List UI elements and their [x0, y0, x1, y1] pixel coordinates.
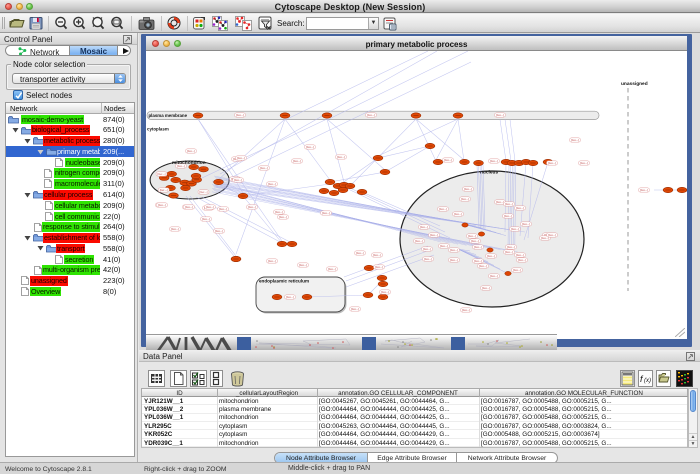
svg-text:[Go:--]: [Go:--]: [206, 205, 214, 209]
svg-text:[Go:--]: [Go:--]: [219, 207, 227, 211]
svg-text:[Go:--]: [Go:--]: [640, 188, 648, 192]
svg-text:[Go:--]: [Go:--]: [450, 248, 458, 252]
svg-text:[Go:--]: [Go:--]: [444, 158, 452, 162]
svg-text:[Go:--]: [Go:--]: [299, 263, 307, 267]
svg-text:nucleus: nucleus: [480, 170, 498, 176]
svg-text:[Go:--]: [Go:--]: [474, 245, 482, 249]
svg-text:[Go:--]: [Go:--]: [490, 159, 498, 163]
svg-text:[Go:--]: [Go:--]: [511, 227, 519, 231]
svg-text:[Go:--]: [Go:--]: [487, 254, 495, 258]
svg-text:[Go:--]: [Go:--]: [160, 188, 168, 192]
svg-text:[Go:--]: [Go:--]: [504, 214, 512, 218]
svg-text:[Go:--]: [Go:--]: [513, 268, 521, 272]
svg-text:[Go:--]: [Go:--]: [375, 265, 383, 269]
svg-text:[Go:--]: [Go:--]: [516, 253, 524, 257]
svg-text:[Go:--]: [Go:--]: [275, 210, 283, 214]
svg-text:[Go:--]: [Go:--]: [286, 295, 294, 299]
svg-text:mitochondrion: mitochondrion: [172, 160, 206, 166]
svg-text:[Go:--]: [Go:--]: [381, 290, 389, 294]
svg-text:[Go:--]: [Go:--]: [234, 178, 242, 182]
svg-text:[Go:--]: [Go:--]: [328, 267, 336, 271]
svg-text:[Go:--]: [Go:--]: [516, 206, 524, 210]
svg-text:[Go:--]: [Go:--]: [482, 286, 490, 290]
svg-text:[Go:--]: [Go:--]: [187, 149, 195, 153]
svg-text:[Go:--]: [Go:--]: [158, 172, 166, 176]
svg-text:endoplasmic reticulum: endoplasmic reticulum: [259, 279, 309, 284]
svg-text:[Go:--]: [Go:--]: [202, 217, 210, 221]
svg-text:[Go:--]: [Go:--]: [505, 250, 513, 254]
svg-text:[Go:--]: [Go:--]: [185, 205, 193, 209]
svg-text:[Go:--]: [Go:--]: [518, 258, 526, 262]
svg-text:unassigned: unassigned: [621, 81, 648, 87]
svg-text:[Go:--]: [Go:--]: [423, 247, 431, 251]
svg-text:[Go:--]: [Go:--]: [248, 205, 256, 209]
svg-text:[Go:--]: [Go:--]: [548, 161, 556, 165]
svg-text:[Go:--]: [Go:--]: [356, 251, 364, 255]
svg-text:[Go:--]: [Go:--]: [496, 113, 504, 117]
svg-text:[Go:--]: [Go:--]: [468, 234, 476, 238]
svg-text:[Go:--]: [Go:--]: [322, 211, 330, 215]
svg-text:[Go:--]: [Go:--]: [279, 215, 287, 219]
svg-text:[Go:--]: [Go:--]: [337, 155, 345, 159]
svg-text:[Go:--]: [Go:--]: [367, 113, 375, 117]
svg-text:[Go:--]: [Go:--]: [171, 227, 179, 231]
svg-text:[Go:--]: [Go:--]: [430, 233, 438, 237]
svg-text:[Go:--]: [Go:--]: [424, 257, 432, 261]
svg-text:[Go:--]: [Go:--]: [373, 253, 381, 257]
svg-text:cytoplasm: cytoplasm: [147, 127, 169, 132]
svg-text:[Go:--]: [Go:--]: [200, 190, 208, 194]
svg-text:[Go:--]: [Go:--]: [268, 182, 276, 186]
svg-text:(x): (x): [644, 378, 651, 384]
svg-text:[Go:--]: [Go:--]: [415, 239, 423, 243]
svg-text:[Go:--]: [Go:--]: [490, 274, 498, 278]
svg-text:plasma membrane: plasma membrane: [149, 113, 188, 118]
svg-text:[Go:--]: [Go:--]: [260, 166, 268, 170]
svg-text:[Go:--]: [Go:--]: [571, 138, 579, 142]
svg-text:[Go:--]: [Go:--]: [237, 156, 245, 160]
svg-text:[Go:--]: [Go:--]: [474, 259, 482, 263]
svg-text:[Go:--]: [Go:--]: [439, 207, 447, 211]
svg-text:[Go:--]: [Go:--]: [215, 229, 223, 233]
svg-text:[Go:--]: [Go:--]: [351, 307, 359, 311]
svg-text:[Go:--]: [Go:--]: [462, 308, 470, 312]
svg-text:[Go:--]: [Go:--]: [461, 197, 469, 201]
svg-text:[Go:--]: [Go:--]: [236, 113, 244, 117]
svg-text:[Go:--]: [Go:--]: [464, 187, 472, 191]
svg-text:[Go:--]: [Go:--]: [522, 222, 530, 226]
svg-text:[Go:--]: [Go:--]: [580, 161, 588, 165]
svg-text:[Go:--]: [Go:--]: [507, 245, 515, 249]
svg-text:[Go:--]: [Go:--]: [505, 202, 513, 206]
svg-text:[Go:--]: [Go:--]: [471, 239, 479, 243]
svg-text:[Go:--]: [Go:--]: [306, 145, 314, 149]
svg-text:[Go:--]: [Go:--]: [158, 203, 166, 207]
svg-text:[Go:--]: [Go:--]: [479, 264, 487, 268]
svg-text:[Go:--]: [Go:--]: [496, 200, 504, 204]
svg-text:[Go:--]: [Go:--]: [440, 244, 448, 248]
svg-text:[Go:--]: [Go:--]: [293, 159, 301, 163]
svg-text:[Go:--]: [Go:--]: [420, 225, 428, 229]
svg-text:[Go:--]: [Go:--]: [454, 212, 462, 216]
svg-text:[Go:--]: [Go:--]: [548, 233, 556, 237]
svg-text:[Go:--]: [Go:--]: [268, 259, 276, 263]
svg-text:[Go:--]: [Go:--]: [450, 258, 458, 262]
